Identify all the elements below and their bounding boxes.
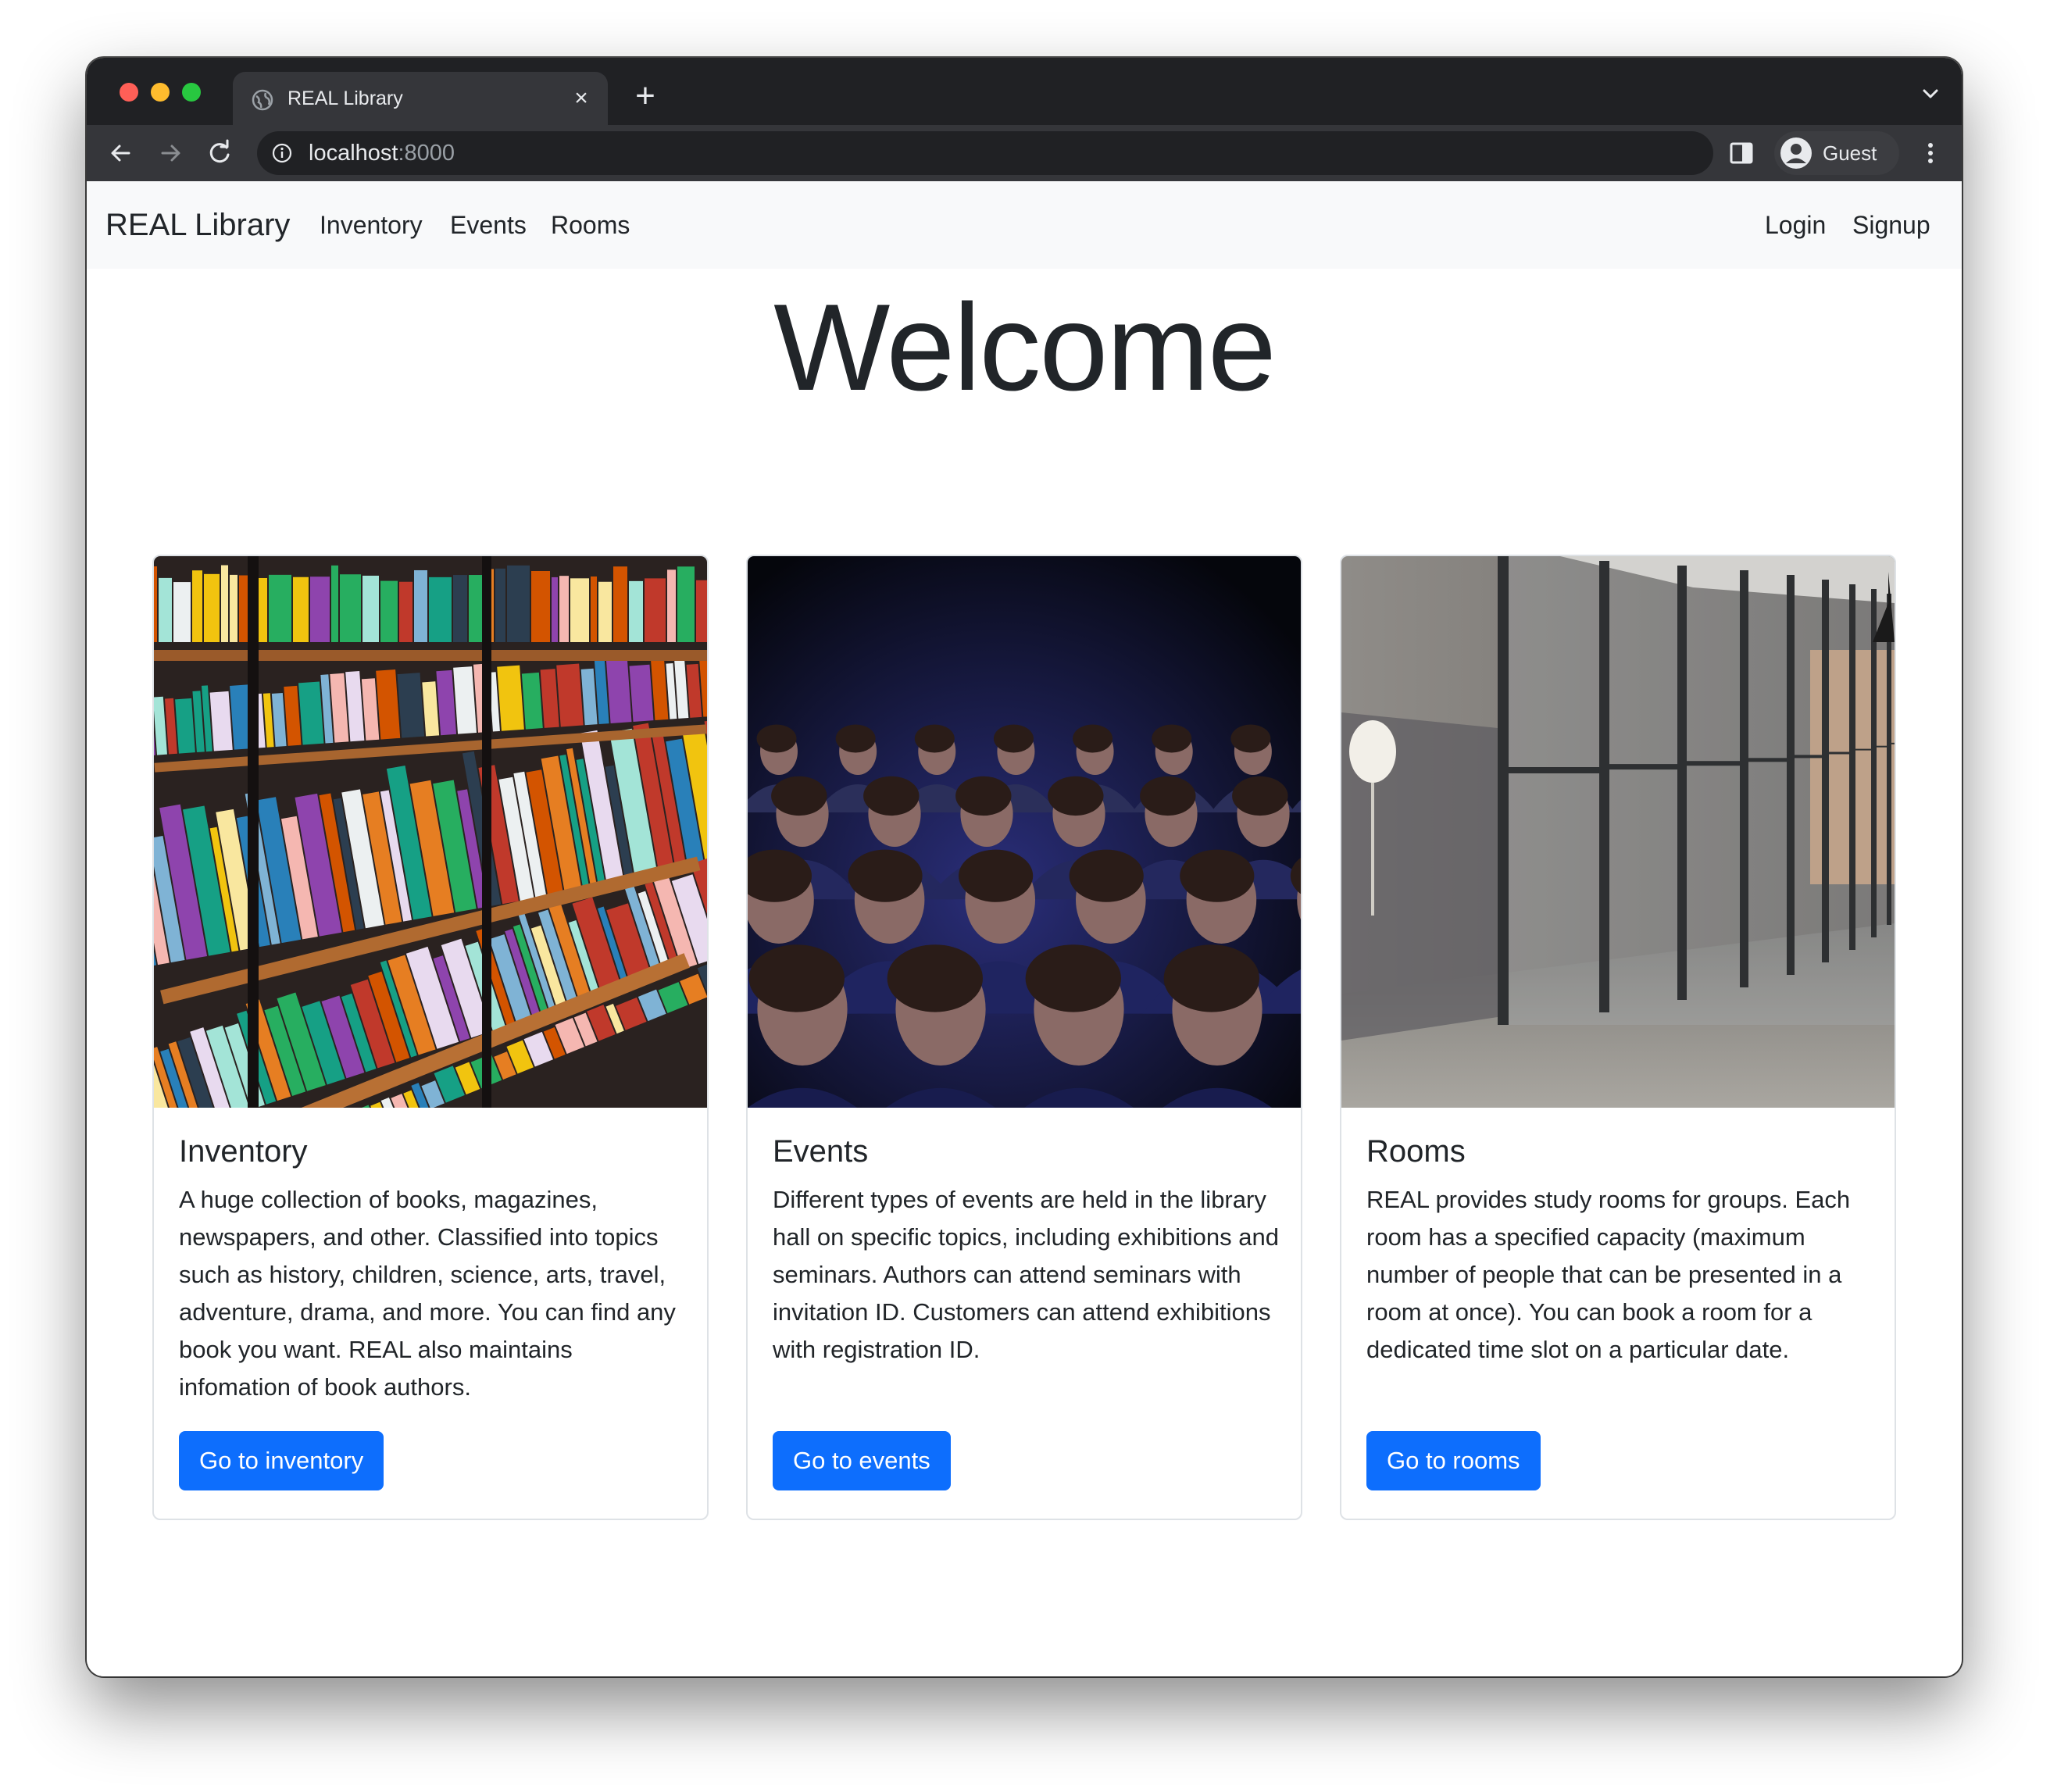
glass-rooms-corridor-photo [1341,556,1895,1108]
browser-tab[interactable]: REAL Library × [233,72,608,125]
go-to-events-button[interactable]: Go to events [773,1431,951,1490]
close-tab-icon[interactable]: × [566,83,597,114]
site-navbar: REAL Library Inventory Events Rooms Logi… [87,181,1962,269]
tab-strip: REAL Library × + [87,58,1962,125]
info-icon[interactable] [271,142,293,164]
profile-button[interactable]: Guest [1774,131,1899,175]
rooms-card: Rooms REAL provides study rooms for grou… [1340,555,1896,1520]
chevron-down-icon[interactable] [1915,78,1946,109]
go-to-inventory-button[interactable]: Go to inventory [179,1431,384,1490]
url-port: :8000 [398,141,455,166]
bookshelf-photo [154,556,707,1108]
maximize-window-button[interactable] [182,83,201,102]
card-title: Events [773,1134,869,1169]
url-text[interactable]: localhost:8000 [309,139,455,167]
minimize-window-button[interactable] [151,83,170,102]
nav-link-login[interactable]: Login [1765,209,1826,241]
browser-toolbar: localhost:8000 Guest [87,125,1962,181]
reload-icon[interactable] [202,136,237,170]
nav-link-rooms[interactable]: Rooms [551,209,630,241]
globe-icon [252,89,273,111]
card-title: Rooms [1366,1134,1466,1169]
close-window-button[interactable] [120,83,138,102]
new-tab-button[interactable]: + [626,77,665,116]
card-text: Different types of events are held in th… [773,1186,1279,1363]
tab-title: REAL Library [288,87,403,109]
nav-link-inventory[interactable]: Inventory [320,209,423,241]
more-menu-icon[interactable] [1920,136,1941,170]
inventory-card: Inventory A huge collection of books, ma… [152,555,709,1520]
navbar-brand[interactable]: REAL Library [105,206,290,244]
card-text: A huge collection of books, magazines, n… [179,1186,676,1401]
side-panel-icon[interactable] [1727,139,1755,167]
avatar-icon [1780,137,1812,169]
profile-label: Guest [1823,141,1877,165]
page-content: REAL Library Inventory Events Rooms Logi… [87,181,1962,1676]
address-bar[interactable]: localhost:8000 [257,131,1713,175]
go-to-rooms-button[interactable]: Go to rooms [1366,1431,1541,1490]
back-arrow-icon[interactable] [104,136,138,170]
page-title: Welcome [773,279,1277,416]
browser-window: REAL Library × + localhost:8000 Guest RE… [87,58,1962,1676]
forward-arrow-icon[interactable] [153,136,188,170]
card-title: Inventory [179,1134,308,1169]
nav-link-signup[interactable]: Signup [1852,209,1930,241]
nav-link-events[interactable]: Events [450,209,527,241]
card-text: REAL provides study rooms for groups. Ea… [1366,1186,1851,1363]
url-host: localhost [309,141,398,166]
audience-photo [748,556,1301,1108]
events-card: Events Different types of events are hel… [746,555,1302,1520]
